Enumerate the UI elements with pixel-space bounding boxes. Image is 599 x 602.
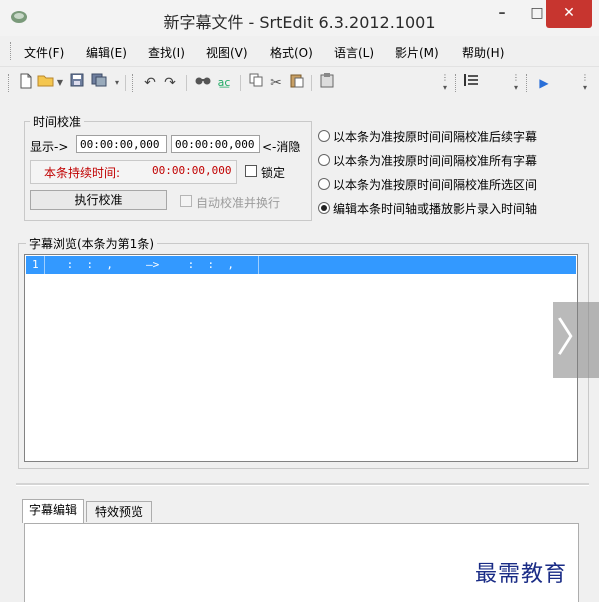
hide-time-label: <-消隐 xyxy=(262,140,301,154)
lock-checkbox[interactable] xyxy=(245,165,257,177)
subtitle-row[interactable]: 1 : : , —> : : , xyxy=(26,256,576,274)
toolbar: ▼ ▾ ↶ ↷ a͟c ✂ ⋮ ▾ ⋮ ▾ ▶ ⋮ ▾ xyxy=(0,66,599,99)
title-bar[interactable]: 新字幕文件 - SrtEdit 6.3.2012.1001 – □ ✕ xyxy=(0,0,599,36)
cut-icon[interactable]: ✂ xyxy=(266,73,286,93)
execute-calibration-button[interactable]: 执行校准 xyxy=(30,190,167,210)
tab-effect-preview[interactable]: 特效预览 xyxy=(86,501,152,522)
menu-find[interactable]: 查找(I) xyxy=(148,44,185,61)
close-button[interactable]: ✕ xyxy=(546,0,592,28)
row-arrow: —> xyxy=(146,258,160,271)
radio-all[interactable] xyxy=(318,154,330,166)
radio-subsequent-label: 以本条为准按原时间间隔校准后续字幕 xyxy=(333,130,538,144)
main-panel: 时间校准 显示-> 00:00:00,000 00:00:00,000 <-消隐… xyxy=(0,99,599,490)
panel-splitter[interactable] xyxy=(16,483,589,486)
clipboard-icon[interactable] xyxy=(317,73,337,93)
toolbar-overflow-icon[interactable]: ⋮ ▾ xyxy=(440,73,450,93)
radio-edit-timeline[interactable] xyxy=(318,202,330,214)
menu-edit[interactable]: 编辑(E) xyxy=(86,44,127,61)
row-end-time: : : , xyxy=(181,258,234,271)
replace-icon[interactable]: a͟c xyxy=(214,73,234,93)
menu-help[interactable]: 帮助(H) xyxy=(462,44,504,61)
radio-edit-timeline-label: 编辑本条时间轴或播放影片录入时间轴 xyxy=(333,202,538,216)
browse-group-label: 字幕浏览(本条为第1条) xyxy=(26,235,157,252)
toolbar-grip[interactable] xyxy=(455,74,458,92)
toolbar-grip[interactable] xyxy=(8,74,11,92)
radio-range[interactable] xyxy=(318,178,330,190)
toolbar-separator xyxy=(125,75,126,91)
toolbar-overflow-icon[interactable]: ⋮ ▾ xyxy=(511,73,521,93)
duration-value: 00:00:00,000 xyxy=(152,164,232,177)
open-folder-icon[interactable] xyxy=(36,73,56,93)
start-time-input[interactable]: 00:00:00,000 xyxy=(76,135,167,153)
minimize-button[interactable]: – xyxy=(485,0,519,28)
save-icon[interactable] xyxy=(67,73,87,93)
show-time-label: 显示-> xyxy=(30,140,69,154)
play-icon[interactable]: ▶ xyxy=(534,73,554,93)
row-divider xyxy=(44,256,45,274)
menu-movie[interactable]: 影片(M) xyxy=(395,44,439,61)
row-start-time: : : , xyxy=(60,258,113,271)
menu-view[interactable]: 视图(V) xyxy=(206,44,248,61)
timing-group-label: 时间校准 xyxy=(30,113,85,130)
row-index: 1 xyxy=(32,258,39,271)
radio-range-label: 以本条为准按原时间间隔校准所选区间 xyxy=(333,178,538,192)
undo-icon[interactable]: ↶ xyxy=(140,73,160,93)
radio-all-label: 以本条为准按原时间间隔校准所有字幕 xyxy=(333,154,538,168)
menu-bar: 文件(F) 编辑(E) 查找(I) 视图(V) 格式(O) 语言(L) 影片(M… xyxy=(0,36,599,66)
list-icon[interactable] xyxy=(461,73,481,93)
menu-file[interactable]: 文件(F) xyxy=(24,44,64,61)
open-dropdown-icon[interactable]: ▼ xyxy=(55,73,65,93)
new-file-icon[interactable] xyxy=(16,73,36,93)
paste-icon[interactable] xyxy=(287,73,307,93)
radio-subsequent[interactable] xyxy=(318,130,330,142)
menu-grip[interactable] xyxy=(10,42,13,60)
toolbar-separator xyxy=(240,75,241,91)
lock-label: 锁定 xyxy=(261,166,286,180)
toolbar-grip[interactable] xyxy=(132,74,135,92)
redo-icon[interactable]: ↷ xyxy=(160,73,180,93)
toolbar-overflow-icon[interactable]: ⋮ ▾ xyxy=(580,73,590,93)
save-as-icon[interactable] xyxy=(89,73,109,93)
tab-subtitle-edit[interactable]: 字幕编辑 xyxy=(22,499,84,523)
toolbar-separator xyxy=(311,75,312,91)
row-divider xyxy=(258,256,259,274)
menu-format[interactable]: 格式(O) xyxy=(270,44,313,61)
subtitle-list[interactable]: 1 : : , —> : : , xyxy=(24,254,578,462)
toolbar-separator xyxy=(186,75,187,91)
duration-label: 本条持续时间: xyxy=(44,166,121,180)
end-time-input[interactable]: 00:00:00,000 xyxy=(171,135,260,153)
toolbar-grip[interactable] xyxy=(526,74,529,92)
watermark: 最需教育 xyxy=(475,562,568,587)
copy-icon[interactable] xyxy=(246,73,266,93)
toolbar-overflow-icon[interactable]: ▾ xyxy=(112,73,122,93)
find-icon[interactable] xyxy=(193,73,213,93)
auto-calibrate-label: 自动校准并换行 xyxy=(196,196,281,210)
next-arrow-icon[interactable]: 〉 xyxy=(553,302,599,378)
menu-language[interactable]: 语言(L) xyxy=(334,44,374,61)
auto-calibrate-checkbox[interactable] xyxy=(180,195,192,207)
